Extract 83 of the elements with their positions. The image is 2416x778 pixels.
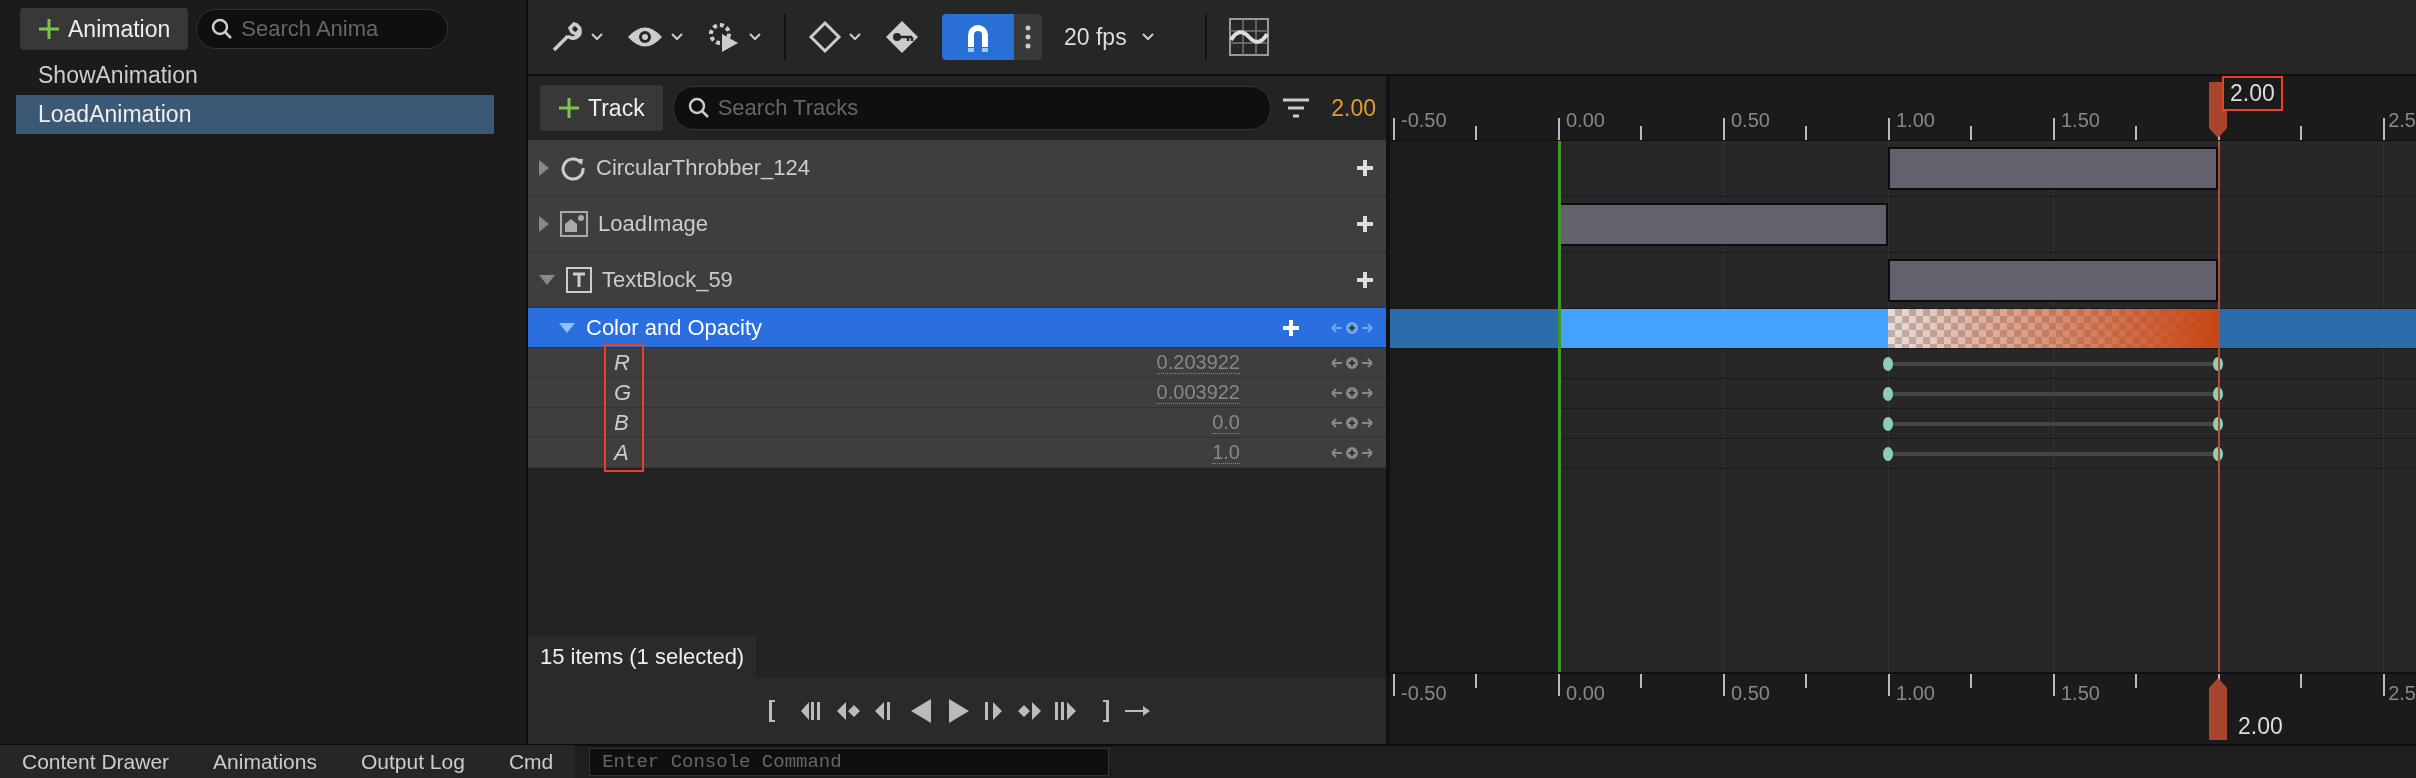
gradient-section[interactable] (1888, 309, 2218, 348)
collapse-arrow-icon[interactable] (558, 321, 576, 334)
channel-row[interactable]: R 0.203922 (528, 348, 1386, 378)
plus-icon[interactable] (1356, 158, 1374, 177)
add-animation-button[interactable]: Animation (20, 8, 189, 50)
caret-icon (1140, 32, 1155, 42)
ruler-label: -0.50 (1400, 109, 1447, 132)
track-row[interactable]: LoadImage (528, 196, 1386, 252)
ruler-label: -0.50 (1400, 682, 1447, 705)
ruler-label: 2.5 (2388, 682, 2416, 705)
keyframe[interactable] (1883, 416, 1893, 431)
key-navigation-icon[interactable] (1330, 445, 1374, 460)
caret-icon (848, 32, 862, 42)
diamond-icon[interactable] (808, 20, 842, 54)
track-section[interactable] (1888, 147, 2218, 190)
animation-item[interactable]: ShowAnimation (16, 56, 494, 95)
caret-icon (748, 32, 762, 42)
track-label: TextBlock_59 (602, 266, 733, 293)
keyframe[interactable] (1883, 446, 1893, 461)
key-navigation-icon[interactable] (1330, 385, 1374, 400)
track-label: CircularThrobber_124 (596, 154, 810, 181)
add-track-button[interactable]: Track (540, 85, 663, 131)
playhead-time: 2.00 (2237, 712, 2284, 741)
search-field[interactable]: Search Anima (196, 9, 449, 49)
track-label: Color and Opacity (586, 314, 763, 341)
image-icon (560, 210, 588, 237)
keyframe[interactable] (1883, 356, 1893, 371)
track-section[interactable] (1888, 259, 2218, 302)
key-diamond-icon[interactable] (884, 19, 920, 55)
panel-tab[interactable]: Animations (191, 745, 339, 778)
plus-icon (558, 97, 580, 119)
channel-label: G (614, 379, 633, 406)
ruler-label: 1.50 (2061, 682, 2100, 705)
channel-row[interactable]: B 0.0 (528, 408, 1386, 438)
curve-editor-icon[interactable] (1228, 18, 1269, 56)
channel-label: B (614, 409, 630, 436)
channel-row[interactable]: A 1.0 (528, 438, 1386, 468)
snap-toggle[interactable] (942, 14, 1014, 60)
track-label: LoadImage (598, 210, 709, 237)
keyframe[interactable] (1883, 386, 1893, 401)
caret-icon (670, 32, 684, 42)
expand-arrow-icon[interactable] (538, 214, 550, 233)
animation-item[interactable]: LoadAnimation (16, 95, 494, 134)
search-icon (687, 97, 710, 119)
item-count-status: 15 items (1 selected) (528, 636, 757, 678)
plus-icon[interactable] (1356, 270, 1374, 289)
track-row[interactable]: TextBlock_59 (528, 252, 1386, 308)
text-icon (566, 266, 592, 293)
filter-icon[interactable] (1281, 96, 1312, 120)
ruler-label: 0.00 (1565, 682, 1605, 705)
search-icon (211, 18, 234, 40)
plus-icon (38, 18, 60, 40)
ruler-label: 1.00 (1896, 682, 1935, 705)
ruler-label: 1.50 (2061, 109, 2100, 132)
wrench-icon[interactable] (550, 20, 584, 54)
playhead-marker[interactable] (2207, 676, 2229, 742)
playhead-time: 2.00 (2222, 76, 2283, 111)
key-navigation-icon[interactable] (1330, 415, 1374, 430)
ruler-label: 2.5 (2388, 109, 2416, 132)
current-time: 2.00 (1331, 94, 1376, 122)
panel-tab[interactable]: Content Drawer (0, 745, 192, 778)
caret-icon (590, 32, 604, 42)
key-navigation-icon[interactable] (1330, 320, 1374, 335)
ruler-label: 0.00 (1565, 109, 1605, 132)
panel-tab[interactable]: Output Log (338, 745, 487, 778)
plus-icon[interactable] (1356, 214, 1374, 233)
channel-row[interactable]: G 0.003922 (528, 378, 1386, 408)
collapse-arrow-icon[interactable] (538, 273, 556, 286)
channel-label: R (614, 349, 631, 376)
track-row[interactable]: CircularThrobber_124 (528, 140, 1386, 196)
expand-arrow-icon[interactable] (538, 158, 550, 177)
property-track-row[interactable]: Color and Opacity (528, 308, 1386, 348)
ruler-label: 0.50 (1730, 109, 1770, 132)
console-input[interactable]: Enter Console Command (589, 748, 1110, 776)
channel-label: A (614, 439, 630, 466)
kebab-menu-icon (1025, 25, 1031, 49)
snap-options-button[interactable] (1014, 14, 1042, 60)
key-navigation-icon[interactable] (1330, 355, 1374, 370)
panel-tab[interactable]: Cmd (486, 745, 576, 778)
ruler-label: 1.00 (1896, 109, 1935, 132)
ruler-label: 0.50 (1730, 682, 1770, 705)
frame-rate-dropdown[interactable]: 20 fps (1064, 23, 1127, 51)
search-field[interactable]: Search Tracks (672, 86, 1272, 130)
